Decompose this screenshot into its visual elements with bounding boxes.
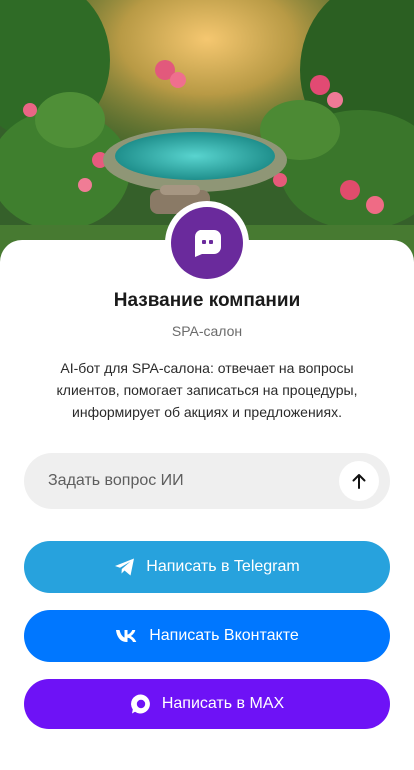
telegram-button-label: Написать в Telegram bbox=[146, 558, 300, 575]
send-button[interactable] bbox=[339, 461, 379, 501]
avatar-circle bbox=[171, 207, 243, 279]
vk-button[interactable]: Написать Вконтакте bbox=[24, 610, 390, 662]
max-icon bbox=[130, 693, 152, 715]
max-button[interactable]: Написать в MAX bbox=[24, 679, 390, 729]
telegram-icon bbox=[114, 557, 136, 577]
company-category: SPA-салон bbox=[171, 323, 243, 339]
telegram-button[interactable]: Написать в Telegram bbox=[24, 541, 390, 593]
max-button-label: Написать в MAX bbox=[161, 695, 285, 712]
company-name: Название компании bbox=[113, 290, 301, 311]
vk-icon bbox=[115, 629, 139, 643]
vk-button-label: Написать Вконтакте bbox=[149, 627, 299, 644]
arrow-up-icon bbox=[352, 474, 366, 489]
ask-ai-input[interactable] bbox=[24, 453, 324, 509]
company-avatar bbox=[165, 201, 249, 285]
ask-ai-field bbox=[24, 453, 390, 509]
company-description: AI-бот для SPA-салона: отвечает на вопро… bbox=[56, 360, 358, 420]
chat-bot-icon bbox=[194, 230, 221, 257]
